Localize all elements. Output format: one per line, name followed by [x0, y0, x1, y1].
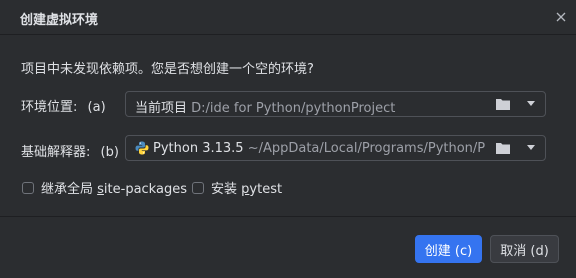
option-label-prefix: 安装 [211, 182, 242, 197]
interpreter-value: Python 3.13.5 ~/AppData/Local/Programs/P… [135, 141, 485, 156]
dialog-titlebar: 创建虚拟环境 [0, 0, 576, 35]
chevron-down-icon[interactable] [526, 100, 536, 108]
inherit-site-packages-checkbox[interactable] [22, 181, 34, 194]
footer-divider [0, 216, 576, 217]
inherit-site-packages-option[interactable]: 继承全局 site-packages [22, 178, 187, 197]
location-mnemonic: (a) [87, 100, 106, 115]
dialog-title: 创建虚拟环境 [20, 13, 99, 28]
inherit-site-packages-label: 继承全局 site-packages [41, 178, 187, 197]
location-prefix: 当前项目 [135, 101, 188, 116]
location-field[interactable]: 当前项目 D:/ide for Python/pythonProject [125, 91, 546, 117]
cancel-button[interactable]: 取消 (d) [490, 235, 559, 263]
interpreter-mnemonic: (b) [100, 145, 119, 160]
create-button[interactable]: 创建 (c) [415, 235, 482, 263]
option-label-rest: ytest [249, 182, 283, 197]
python-icon [135, 141, 149, 155]
location-value: 当前项目 D:/ide for Python/pythonProject [135, 97, 485, 116]
location-path: D:/ide for Python/pythonProject [191, 101, 396, 116]
interpreter-label-text: 基础解释器: [21, 145, 91, 160]
chevron-down-icon[interactable] [526, 144, 536, 152]
close-icon[interactable] [552, 8, 570, 26]
folder-icon[interactable] [495, 141, 511, 155]
interpreter-version: Python 3.13.5 [153, 141, 244, 156]
interpreter-field[interactable]: Python 3.13.5 ~/AppData/Local/Programs/P… [125, 135, 546, 161]
option-label-rest: ite-packages [103, 182, 187, 197]
location-label: 环境位置: (a) [21, 96, 106, 115]
interpreter-path: ~/AppData/Local/Programs/Python/Pyth... [247, 141, 485, 156]
install-pytest-option[interactable]: 安装 pytest [192, 178, 282, 197]
install-pytest-label: 安装 pytest [211, 178, 282, 197]
install-pytest-checkbox[interactable] [192, 181, 204, 194]
folder-icon[interactable] [495, 97, 511, 111]
location-label-text: 环境位置: [21, 100, 78, 115]
option-label-prefix: 继承全局 [41, 182, 98, 197]
create-venv-dialog: 创建虚拟环境 项目中未发现依赖项。您是否想创建一个空的环境? 环境位置: (a)… [0, 0, 576, 278]
option-label-mnemonic: s [97, 182, 104, 197]
interpreter-label: 基础解释器: (b) [21, 141, 119, 160]
dialog-message: 项目中未发现依赖项。您是否想创建一个空的环境? [21, 62, 314, 77]
